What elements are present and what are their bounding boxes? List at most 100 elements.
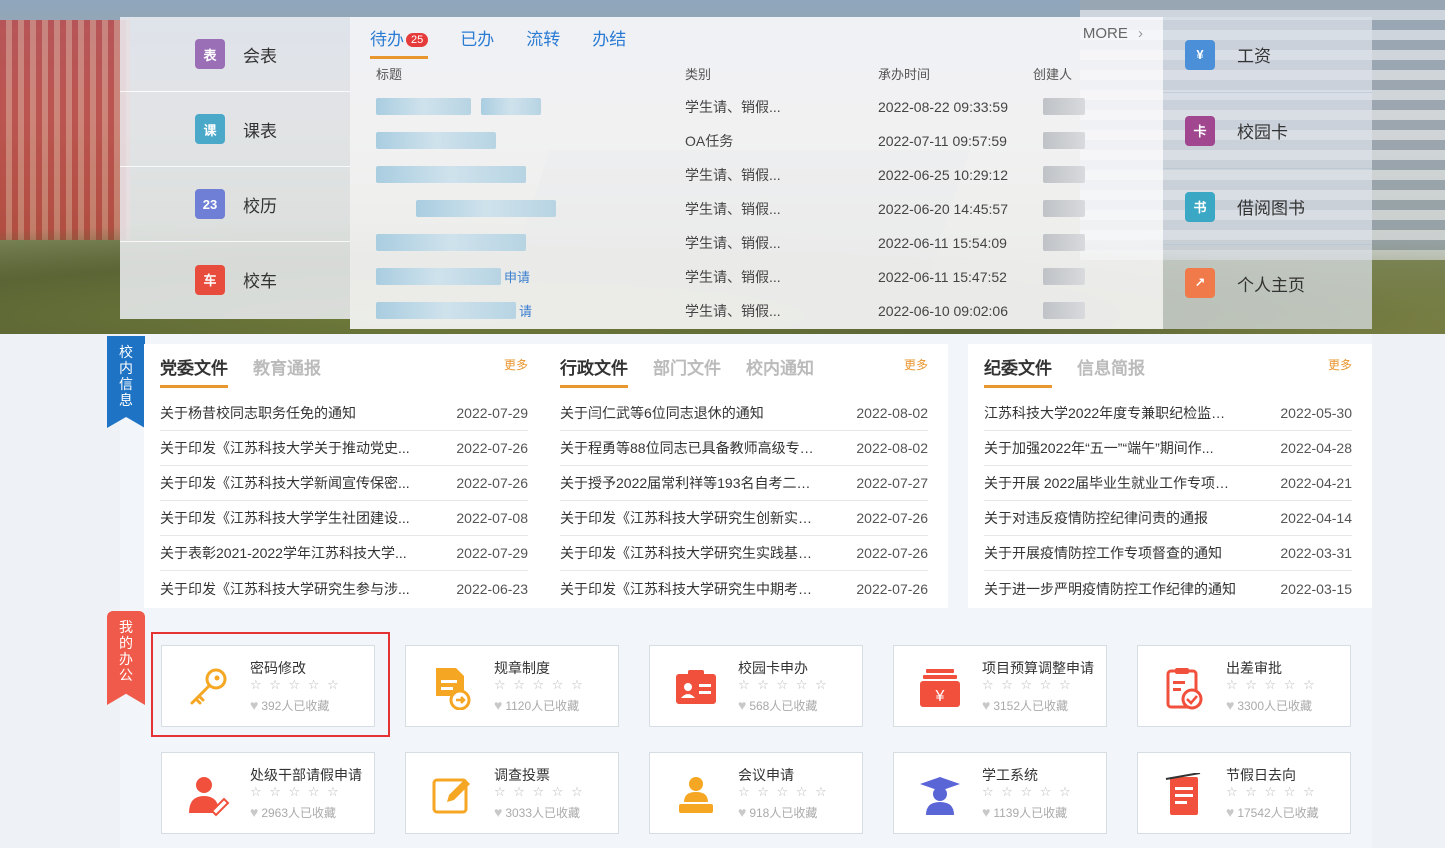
quick-link-timetable[interactable]: 课 课表	[120, 92, 350, 167]
favorite-count[interactable]: ♥ 918人已收藏	[738, 803, 829, 821]
tab-admin-docs[interactable]: 行政文件	[560, 354, 628, 388]
list-item[interactable]: 关于印发《江苏科技大学学生社团建设... 2022-07-08	[160, 501, 528, 536]
favorite-count[interactable]: ♥ 3300人已收藏	[1226, 696, 1317, 714]
favorite-label: 2963人已收藏	[261, 805, 337, 820]
favorite-count[interactable]: ♥ 3033人已收藏	[494, 803, 585, 821]
table-row[interactable]: 学生请、销假... 2022-06-25 10:29:12	[376, 158, 1096, 192]
row-type: 学生请、销假...	[685, 201, 781, 217]
list-item[interactable]: 关于开展疫情防控工作专项督查的通知 2022-03-31	[984, 536, 1352, 571]
favorite-count[interactable]: ♥ 17542人已收藏	[1226, 803, 1319, 821]
quick-link-label: 个人主页	[1237, 275, 1305, 295]
star-rating[interactable]: ☆ ☆ ☆ ☆ ☆	[982, 677, 1094, 696]
favorite-label: 3033人已收藏	[505, 805, 581, 820]
favorite-count[interactable]: ♥ 1139人已收藏	[982, 803, 1073, 821]
news-title: 关于印发《江苏科技大学新闻宣传保密...	[160, 475, 410, 491]
app-name: 节假日去向	[1226, 767, 1296, 783]
more-link[interactable]: 更多	[1328, 356, 1352, 373]
list-item[interactable]: 江苏科技大学2022年度专兼职纪检监察干... 2022-05-30	[984, 396, 1352, 431]
tab-department-docs[interactable]: 部门文件	[653, 354, 721, 387]
tab-done[interactable]: 已办	[460, 25, 494, 59]
tab-party-docs[interactable]: 党委文件	[160, 354, 228, 388]
app-name: 出差审批	[1226, 660, 1282, 676]
favorite-label: 3300人已收藏	[1237, 698, 1313, 713]
list-item[interactable]: 关于印发《江苏科技大学研究生创新实践... 2022-07-26	[560, 501, 928, 536]
list-item[interactable]: 关于对违反疫情防控纪律问责的通报 2022-04-14	[984, 501, 1352, 536]
star-rating[interactable]: ☆ ☆ ☆ ☆ ☆	[738, 677, 829, 696]
quick-link-salary[interactable]: ¥ 工资	[1163, 17, 1372, 93]
list-item[interactable]: 关于开展 2022届毕业生就业工作专项督查... 2022-04-21	[984, 466, 1352, 501]
star-rating[interactable]: ☆ ☆ ☆ ☆ ☆	[982, 784, 1073, 803]
todo-table: 标题 类别 承办时间 创建人 学生请、销假... 2022-08-22 09:3…	[376, 64, 1096, 328]
app-holiday-whereabouts[interactable]: 节假日去向 ☆ ☆ ☆ ☆ ☆ ♥ 17542人已收藏	[1137, 752, 1351, 834]
app-meeting-apply[interactable]: 会议申请 ☆ ☆ ☆ ☆ ☆ ♥ 918人已收藏	[649, 752, 863, 834]
table-row[interactable]: 请 学生请、销假... 2022-06-10 09:02:06	[376, 294, 1096, 328]
table-row[interactable]: 学生请、销假... 2022-06-20 14:45:57	[376, 192, 1096, 226]
ribbon-label: 校内信息	[119, 344, 133, 408]
news-date: 2022-04-21	[1280, 475, 1352, 491]
app-cadre-leave[interactable]: 处级干部请假申请 ☆ ☆ ☆ ☆ ☆ ♥ 2963人已收藏	[161, 752, 375, 834]
favorite-count[interactable]: ♥ 3152人已收藏	[982, 696, 1094, 714]
favorite-count[interactable]: ♥ 568人已收藏	[738, 696, 829, 714]
tab-info-briefs[interactable]: 信息简报	[1077, 354, 1145, 387]
news-date: 2022-06-23	[456, 580, 528, 597]
app-budget-adjust[interactable]: ¥ 项目预算调整申请 ☆ ☆ ☆ ☆ ☆ ♥ 3152人已收藏	[893, 645, 1107, 727]
table-row[interactable]: 申请 学生请、销假... 2022-06-11 15:47:52	[376, 260, 1096, 294]
table-row[interactable]: 学生请、销假... 2022-06-11 15:54:09	[376, 226, 1096, 260]
list-item[interactable]: 关于表彰2021-2022学年江苏科技大学... 2022-07-29	[160, 536, 528, 571]
quick-link-report[interactable]: 表 会表	[120, 17, 350, 92]
star-rating[interactable]: ☆ ☆ ☆ ☆ ☆	[738, 784, 829, 803]
more-link[interactable]: 更多	[504, 356, 528, 373]
star-rating[interactable]: ☆ ☆ ☆ ☆ ☆	[494, 784, 585, 803]
list-item[interactable]: 关于闫仁武等6位同志退休的通知 2022-08-02	[560, 396, 928, 431]
news-title: 关于对违反疫情防控纪律问责的通报	[984, 510, 1208, 526]
app-survey-vote[interactable]: 调查投票 ☆ ☆ ☆ ☆ ☆ ♥ 3033人已收藏	[405, 752, 619, 834]
table-row[interactable]: 学生请、销假... 2022-08-22 09:33:59	[376, 90, 1096, 124]
news-title: 关于授予2022届常利祥等193名自考二学...	[560, 475, 815, 491]
banner-building-left	[0, 20, 130, 240]
calendar-icon: 23	[195, 189, 225, 219]
quick-link-homepage[interactable]: ↗ 个人主页	[1163, 245, 1372, 321]
app-student-affairs[interactable]: 学工系统 ☆ ☆ ☆ ☆ ☆ ♥ 1139人已收藏	[893, 752, 1107, 834]
list-item[interactable]: 关于加强2022年“五一”“端午”期间作... 2022-04-28	[984, 431, 1352, 466]
tab-campus-notices[interactable]: 校内通知	[746, 354, 814, 387]
quick-link-bus[interactable]: 车 校车	[120, 242, 350, 317]
bus-icon: 车	[195, 264, 225, 295]
tab-transfer[interactable]: 流转	[526, 25, 560, 59]
table-row[interactable]: OA任务 2022-07-11 09:57:59	[376, 124, 1096, 158]
news-title: 关于印发《江苏科技大学学生社团建设...	[160, 510, 410, 526]
favorite-count[interactable]: ♥ 1120人已收藏	[494, 696, 585, 714]
quick-link-library[interactable]: 书 借阅图书	[1163, 169, 1372, 245]
list-item[interactable]: 关于印发《江苏科技大学关于推动党史... 2022-07-26	[160, 431, 528, 466]
row-time: 2022-08-22 09:33:59	[878, 99, 1008, 115]
list-item[interactable]: 关于进一步严明疫情防控工作纪律的通知 2022-03-15	[984, 571, 1352, 606]
star-rating[interactable]: ☆ ☆ ☆ ☆ ☆	[1226, 784, 1319, 803]
redacted-title	[376, 166, 526, 183]
salary-icon: ¥	[1185, 39, 1215, 70]
tab-discipline-docs[interactable]: 纪委文件	[984, 354, 1052, 388]
quick-link-label: 校园卡	[1237, 123, 1288, 142]
list-item[interactable]: 关于印发《江苏科技大学研究生参与涉... 2022-06-23	[160, 571, 528, 606]
favorite-count[interactable]: ♥ 2963人已收藏	[250, 803, 362, 821]
list-item[interactable]: 关于杨昔校同志职务任免的通知 2022-07-29	[160, 396, 528, 431]
more-link[interactable]: 更多	[904, 356, 928, 373]
favorite-label: 918人已收藏	[749, 805, 818, 820]
list-item[interactable]: 关于授予2022届常利祥等193名自考二学... 2022-07-27	[560, 466, 928, 501]
todo-more-link[interactable]: MORE ›	[1083, 25, 1143, 42]
star-rating[interactable]: ☆ ☆ ☆ ☆ ☆	[1226, 677, 1317, 696]
quick-link-campus-card[interactable]: 卡 校园卡	[1163, 93, 1372, 169]
news-title: 关于程勇等88位同志已具备教师高级专业...	[560, 440, 815, 456]
app-regulations[interactable]: 规章制度 ☆ ☆ ☆ ☆ ☆ ♥ 1120人已收藏	[405, 645, 619, 727]
list-item[interactable]: 关于印发《江苏科技大学新闻宣传保密... 2022-07-26	[160, 466, 528, 501]
list-item[interactable]: 关于程勇等88位同志已具备教师高级专业... 2022-08-02	[560, 431, 928, 466]
tab-education-bulletin[interactable]: 教育通报	[253, 354, 321, 387]
quick-link-calendar[interactable]: 23 校历	[120, 167, 350, 242]
star-rating[interactable]: ☆ ☆ ☆ ☆ ☆	[250, 784, 362, 803]
list-item[interactable]: 关于印发《江苏科技大学研究生中期考核... 2022-07-26	[560, 571, 928, 606]
tab-closed[interactable]: 办结	[592, 25, 626, 59]
list-item[interactable]: 关于印发《江苏科技大学研究生实践基地... 2022-07-26	[560, 536, 928, 571]
star-rating[interactable]: ☆ ☆ ☆ ☆ ☆	[494, 677, 585, 696]
app-business-trip[interactable]: 出差审批 ☆ ☆ ☆ ☆ ☆ ♥ 3300人已收藏	[1137, 645, 1351, 727]
app-campus-card-apply[interactable]: 校园卡申办 ☆ ☆ ☆ ☆ ☆ ♥ 568人已收藏	[649, 645, 863, 727]
tab-todo[interactable]: 待办 25	[370, 25, 429, 59]
news-card-admin: 行政文件 部门文件 校内通知 更多 关于闫仁武等6位同志退休的通知 2022-08…	[544, 344, 948, 608]
